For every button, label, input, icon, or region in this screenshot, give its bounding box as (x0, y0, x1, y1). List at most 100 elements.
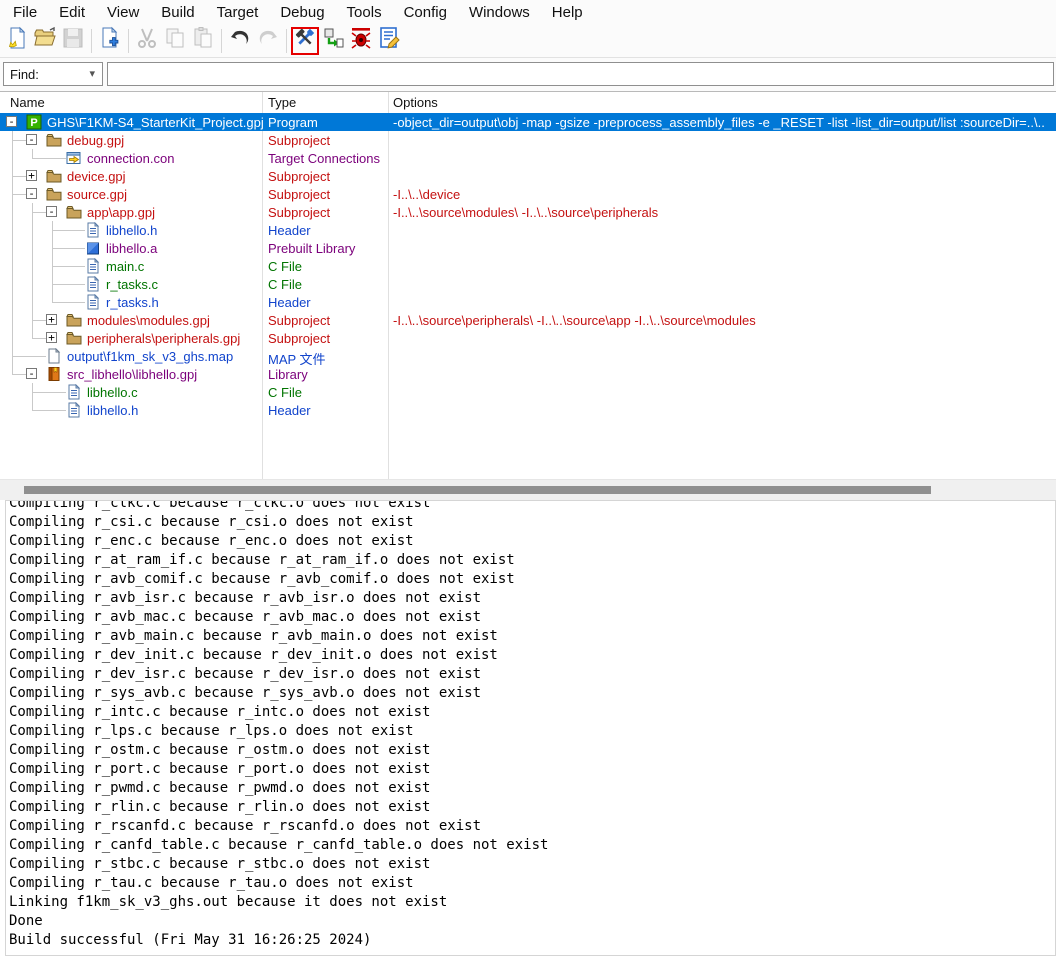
tree-row[interactable]: -PGHS\F1KM-S4_StarterKit_Project.gpjProg… (0, 113, 1056, 131)
collapse-toggle[interactable]: - (26, 188, 37, 199)
tree-row[interactable]: +device.gpjSubproject (0, 167, 1056, 185)
menu-windows[interactable]: Windows (458, 2, 541, 23)
menu-tools[interactable]: Tools (336, 2, 393, 23)
connect-target-button[interactable] (319, 27, 347, 55)
scrollbar-thumb[interactable] (24, 486, 931, 494)
toolbar-separator (91, 29, 92, 53)
collapse-toggle[interactable]: - (26, 134, 37, 145)
file-name: modules\modules.gpj (87, 313, 210, 328)
add-file-button[interactable] (96, 27, 124, 55)
copy-icon (163, 26, 187, 55)
console-line: Compiling r_dev_isr.c because r_dev_isr.… (9, 665, 1055, 684)
column-header-type[interactable]: Type (268, 95, 296, 110)
file-type: Subproject (268, 133, 330, 148)
redo-button[interactable] (254, 27, 282, 55)
console-line: Compiling r_tau.c because r_tau.o does n… (9, 874, 1055, 893)
tree-guide-line (32, 212, 46, 213)
cut-button[interactable] (133, 27, 161, 55)
tree-guide-line (32, 320, 46, 321)
edit-file-button[interactable] (375, 27, 403, 55)
file-name: debug.gpj (67, 133, 124, 148)
paste-button[interactable] (189, 27, 217, 55)
menu-edit[interactable]: Edit (48, 2, 96, 23)
console-line: Compiling r_avb_main.c because r_avb_mai… (9, 627, 1055, 646)
file-type: Target Connections (268, 151, 380, 166)
expand-toggle[interactable]: + (26, 170, 37, 181)
file-type: Header (268, 295, 311, 310)
horizontal-scrollbar[interactable] (0, 479, 1056, 500)
tree-guide-line (12, 194, 26, 195)
tree-guide-line (52, 230, 85, 231)
find-combo[interactable]: Find: ▾ (3, 62, 103, 86)
build-button[interactable] (291, 27, 319, 55)
menu-file[interactable]: File (2, 2, 48, 23)
expand-toggle[interactable]: + (46, 314, 57, 325)
menu-config[interactable]: Config (393, 2, 458, 23)
tree-row[interactable]: - debug.gpj Subproject (0, 131, 1056, 149)
new-file-button[interactable] (3, 27, 31, 55)
find-input[interactable] (107, 62, 1054, 86)
collapse-toggle[interactable]: - (6, 116, 17, 127)
open-project-button[interactable] (31, 27, 59, 55)
tree-row[interactable]: -source.gpjSubproject-I..\..\device (0, 185, 1056, 203)
save-button[interactable] (59, 27, 87, 55)
bluebox-icon (85, 240, 101, 256)
file-type: Subproject (268, 187, 330, 202)
tree-row[interactable]: +modules\modules.gpjSubproject-I..\..\so… (0, 311, 1056, 329)
column-header-name[interactable]: Name (10, 95, 45, 110)
file-name: app\app.gpj (87, 205, 155, 220)
newfile-icon (5, 26, 29, 55)
tree-row[interactable]: -app\app.gpjSubproject-I..\..\source\mod… (0, 203, 1056, 221)
file-type: Library (268, 367, 308, 382)
tree-row[interactable]: libhello.hHeader (0, 401, 1056, 419)
tree-guide-line (12, 131, 13, 374)
copy-button[interactable] (161, 27, 189, 55)
debug-button[interactable] (347, 27, 375, 55)
tree-row[interactable]: libhello.aPrebuilt Library (0, 239, 1056, 257)
menu-target[interactable]: Target (206, 2, 270, 23)
console-text: Compiling r_clkc.c because r_clkc.o does… (6, 500, 1055, 950)
toolbar-separator (221, 29, 222, 53)
tree-rows: -PGHS\F1KM-S4_StarterKit_Project.gpjProg… (0, 113, 1056, 419)
column-header-options[interactable]: Options (393, 95, 438, 110)
page-icon (46, 348, 62, 364)
console-line: Compiling r_sys_avb.c because r_sys_avb.… (9, 684, 1055, 703)
menu-view[interactable]: View (96, 2, 150, 23)
folder-icon (66, 330, 82, 346)
tree-row[interactable]: -src_libhello\libhello.gpjLibrary (0, 365, 1056, 383)
build-output-console[interactable]: Compiling r_clkc.c because r_clkc.o does… (5, 500, 1056, 956)
tree-row[interactable]: r_tasks.h Header (0, 293, 1056, 311)
tree-guide-line (12, 356, 46, 357)
row-highlight (0, 275, 1056, 293)
file-type: Subproject (268, 169, 330, 184)
tree-row[interactable]: connection.conTarget Connections (0, 149, 1056, 167)
toolbar-separator (128, 29, 129, 53)
save-icon (61, 26, 85, 55)
menu-debug[interactable]: Debug (269, 2, 335, 23)
console-line: Compiling r_avb_isr.c because r_avb_isr.… (9, 589, 1055, 608)
file-name: GHS\F1KM-S4_StarterKit_Project.gpj (47, 115, 264, 130)
tree-row[interactable]: libhello.cC File (0, 383, 1056, 401)
collapse-toggle[interactable]: - (26, 368, 37, 379)
menu-build[interactable]: Build (150, 2, 205, 23)
console-line: Compiling r_pwmd.c because r_pwmd.o does… (9, 779, 1055, 798)
console-line: Compiling r_at_ram_if.c because r_at_ram… (9, 551, 1055, 570)
file-name: r_tasks.h (106, 295, 159, 310)
console-line: Compiling r_ostm.c because r_ostm.o does… (9, 741, 1055, 760)
tree-row[interactable]: r_tasks.cC File (0, 275, 1056, 293)
tree-row[interactable]: main.cC File (0, 257, 1056, 275)
tree-guide-line (32, 203, 33, 338)
file-name: output\f1km_sk_v3_ghs.map (67, 349, 233, 364)
undo-button[interactable] (226, 27, 254, 55)
tree-row[interactable]: libhello.hHeader (0, 221, 1056, 239)
tree-guide-line (32, 149, 33, 158)
tree-row[interactable]: +peripherals\peripherals.gpjSubproject (0, 329, 1056, 347)
menu-help[interactable]: Help (541, 2, 594, 23)
file-type: Header (268, 403, 311, 418)
collapse-toggle[interactable]: - (46, 206, 57, 217)
console-line: Compiling r_enc.c because r_enc.o does n… (9, 532, 1055, 551)
expand-toggle[interactable]: + (46, 332, 57, 343)
tree-guide-line (52, 266, 85, 267)
tree-guide-line (32, 410, 66, 411)
tree-row[interactable]: output\f1km_sk_v3_ghs.mapMAP 文件 (0, 347, 1056, 365)
